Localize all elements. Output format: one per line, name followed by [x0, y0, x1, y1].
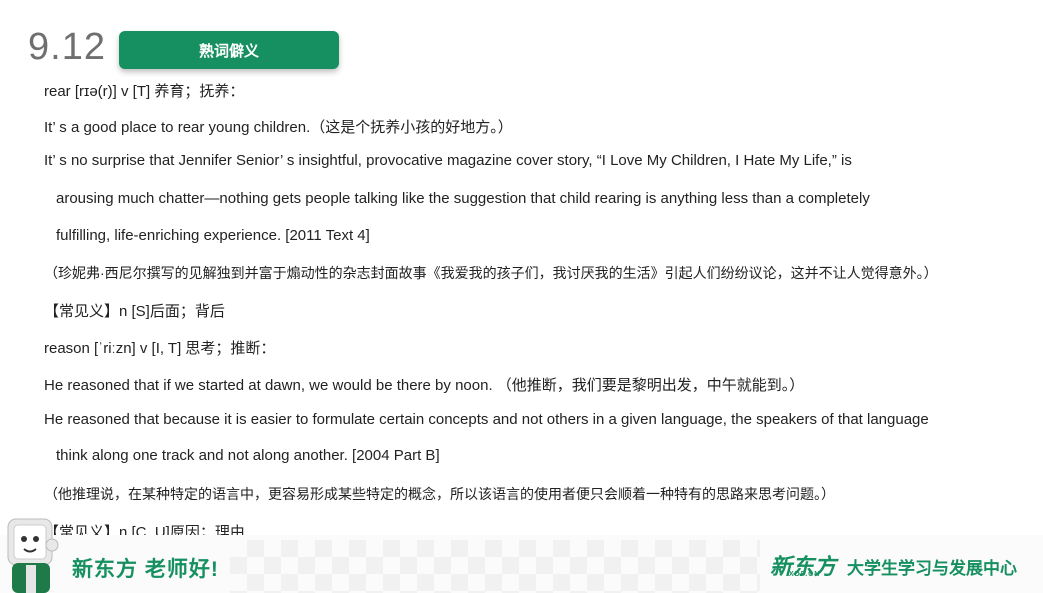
footer-pattern [230, 540, 760, 593]
text-line: （珍妮弗·西尼尔撰写的见解独到并富于煽动性的杂志封面故事《我爱我的孩子们，我讨厌… [44, 265, 938, 281]
section-tag-label: 熟词僻义 [198, 42, 259, 60]
text-line: It’ s a good place to rear young childre… [44, 119, 513, 136]
text-line: fulfilling, life-enriching experience. [… [56, 227, 370, 244]
text-line: He reasoned that if we started at dawn, … [44, 377, 805, 394]
text-line: （他推理说，在某种特定的语言中，更容易形成某些特定的概念，所以该语言的使用者便只… [44, 486, 835, 502]
date-label: 9.12 [28, 26, 106, 68]
section-tag: 熟词僻义 [119, 31, 339, 69]
text-line: 【常见义】n [S]后面；背后 [44, 303, 225, 320]
text-line: think along one track and not along anot… [56, 447, 440, 464]
text-line: arousing much chatter—nothing gets peopl… [56, 190, 870, 207]
text-line: It’ s no surprise that Jennifer Senior’ … [44, 152, 852, 169]
center-name: 大学生学习与发展中心 [847, 559, 1017, 578]
brand-logo-subtext: XDF.CN [789, 571, 821, 578]
footer-slogan: 新东方 老师好! [72, 558, 219, 581]
text-line: reason [ˈriːzn] v [I, T] 思考；推断： [44, 340, 276, 357]
text-line: He reasoned that because it is easier to… [44, 411, 929, 428]
text-line: rear [rɪə(r)] v [T] 养育；抚养： [44, 83, 245, 100]
mascot-icon [7, 518, 59, 593]
